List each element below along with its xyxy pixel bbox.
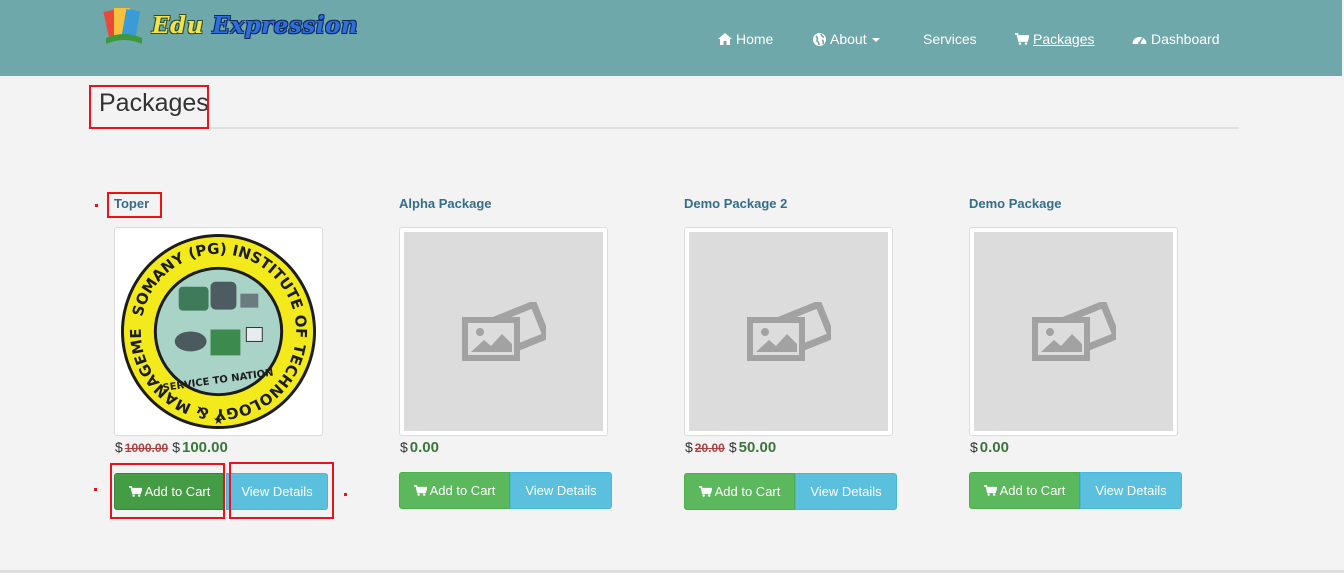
view-details-button[interactable]: View Details	[795, 473, 897, 510]
image-placeholder-icon	[746, 301, 831, 361]
package-image-demo[interactable]	[969, 227, 1178, 436]
cart-icon	[413, 485, 427, 496]
annotation-dot	[95, 204, 98, 207]
brand-logo[interactable]: Edu Expression	[102, 4, 358, 48]
nav-dashboard[interactable]: Dashboard	[1132, 29, 1220, 49]
price-toper: $ 1000.00 $ 100.00	[115, 439, 228, 456]
dashboard-icon	[1132, 37, 1147, 45]
view-details-button[interactable]: View Details	[1080, 472, 1182, 509]
nav-home[interactable]: Home	[718, 29, 773, 49]
svg-text:★: ★	[213, 413, 224, 427]
nav-about[interactable]: About	[813, 29, 880, 49]
package-name-demo-2[interactable]: Demo Package 2	[684, 196, 787, 211]
view-details-button[interactable]: View Details	[510, 472, 612, 509]
top-navbar: Edu Expression Home About Services Packa…	[0, 0, 1342, 76]
package-name-alpha[interactable]: Alpha Package	[399, 196, 492, 211]
nav-services[interactable]: Services	[923, 29, 977, 49]
brand-name: Edu Expression	[152, 12, 359, 39]
annotation-box-title	[89, 85, 209, 129]
title-divider	[88, 127, 1239, 129]
package-image-demo-2[interactable]	[684, 227, 893, 436]
annotation-dot	[344, 493, 347, 496]
sale-price: 0.00	[979, 439, 1009, 456]
price-alpha: $ 0.00	[400, 439, 439, 456]
annotation-box-add-to-cart	[110, 463, 225, 519]
sale-price: 50.00	[738, 439, 777, 456]
sale-price: 100.00	[181, 439, 228, 456]
add-to-cart-button[interactable]: Add to Cart	[399, 472, 510, 509]
price-demo: $ 0.00	[970, 439, 1009, 456]
cart-icon	[1015, 33, 1029, 45]
annotation-dot	[94, 488, 97, 491]
cart-icon	[698, 486, 712, 497]
image-placeholder-icon	[461, 301, 546, 361]
add-to-cart-button[interactable]: Add to Cart	[969, 472, 1080, 509]
add-to-cart-button[interactable]: Add to Cart	[684, 473, 795, 510]
price-demo-2: $ 20.00 $ 50.00	[685, 439, 777, 456]
book-logo-icon	[102, 4, 146, 48]
annotation-box-view-details	[229, 462, 334, 519]
chevron-down-icon	[871, 38, 880, 42]
annotation-box-package-name	[107, 192, 162, 218]
package-image-toper[interactable]: SOMANY (PG) INSTITUTE OF TECHNOLOGY & MA…	[114, 227, 323, 436]
institute-seal-logo: SOMANY (PG) INSTITUTE OF TECHNOLOGY & MA…	[119, 232, 317, 430]
home-icon	[718, 33, 732, 45]
nav-packages[interactable]: Packages	[1015, 29, 1094, 49]
cart-icon	[983, 485, 997, 496]
original-price: 1000.00	[124, 441, 169, 455]
image-placeholder-icon	[1031, 301, 1116, 361]
original-price: 20.00	[694, 441, 725, 455]
package-name-demo[interactable]: Demo Package	[969, 196, 1062, 211]
package-image-alpha[interactable]	[399, 227, 608, 436]
sale-price: 0.00	[409, 439, 439, 456]
globe-icon	[813, 32, 826, 46]
